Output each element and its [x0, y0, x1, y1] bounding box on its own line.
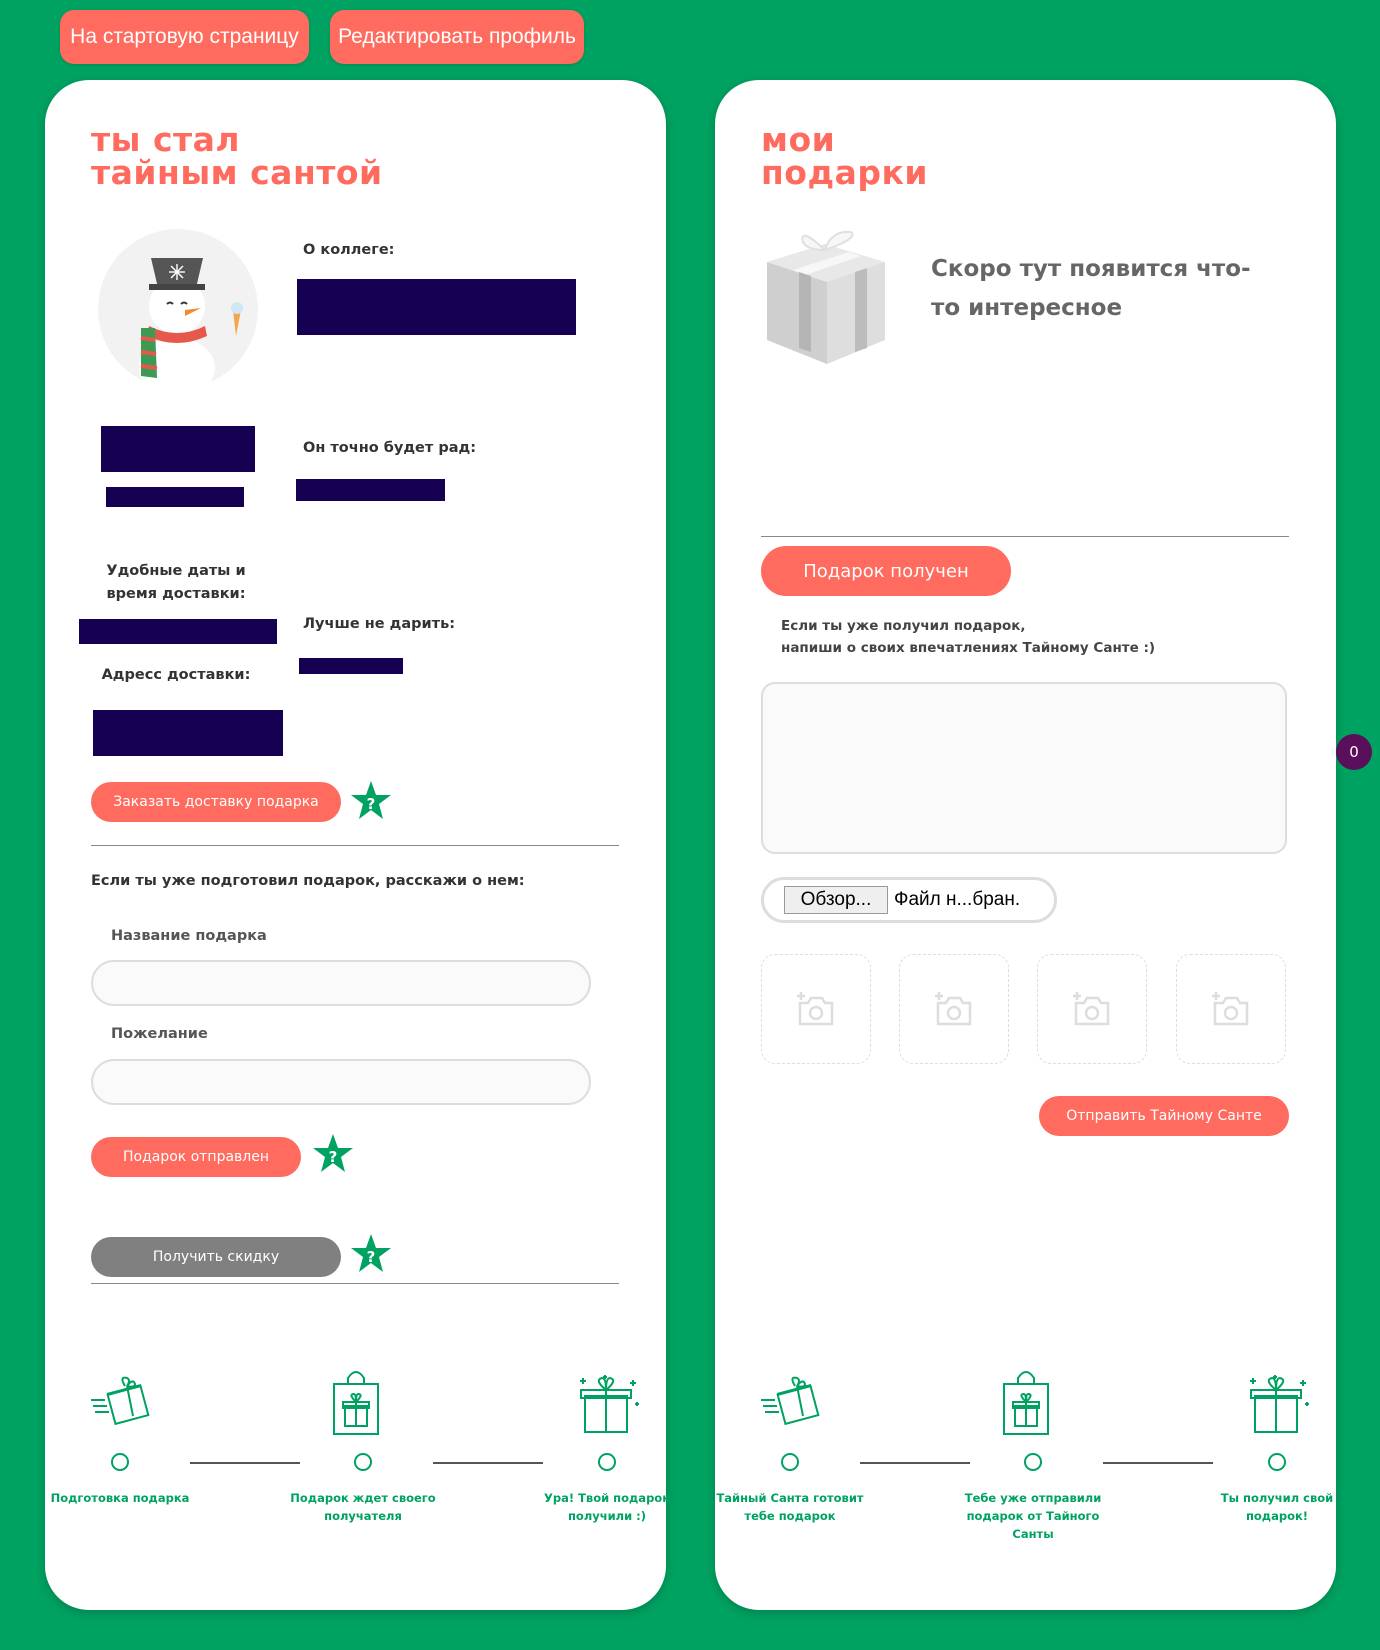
- wish-label: Пожелание: [111, 1026, 208, 1042]
- gift-received-button[interactable]: Подарок получен: [761, 546, 1011, 596]
- feedback-textarea[interactable]: [761, 682, 1287, 854]
- step-indicator: [1268, 1453, 1286, 1471]
- address-label: Адресс доставки:: [101, 667, 251, 683]
- gift-bag-icon: [331, 1370, 381, 1440]
- empty-state-text: Скоро тут появится что-то интересное: [931, 256, 1251, 321]
- feedback-prompt-line2: напиши о своих впечатлениях Тайному Сант…: [781, 640, 1156, 656]
- santa-title: ты стал тайным сантой: [91, 123, 383, 189]
- gift-sparkle-icon: [577, 1374, 641, 1438]
- help-star-icon[interactable]: ?: [350, 780, 392, 822]
- step-label: Подготовка подарка: [50, 1491, 190, 1505]
- step-indicator: [1024, 1453, 1042, 1471]
- gift-name-input[interactable]: [91, 960, 591, 1006]
- redacted-delivery-times: [79, 619, 277, 644]
- my-gifts-card: мои подарки Скоро тут появится что-то ин…: [715, 80, 1336, 1610]
- home-button[interactable]: На стартовую страницу: [60, 10, 309, 64]
- step-connector: [190, 1462, 300, 1464]
- file-input[interactable]: Обзор... Файл н...бран.: [761, 877, 1057, 923]
- photo-upload-slot[interactable]: [899, 954, 1009, 1064]
- redacted-name: [101, 426, 255, 472]
- feedback-prompt: Если ты уже получил подарок, напиши о св…: [781, 615, 1155, 659]
- santa-title-line2: тайным сантой: [91, 153, 383, 192]
- gifts-title-line1: мои: [761, 120, 836, 159]
- gift-name-label: Название подарка: [111, 928, 267, 944]
- browse-button[interactable]: Обзор...: [784, 886, 888, 914]
- divider: [761, 536, 1289, 537]
- step-label: Подарок ждет своего получателя: [290, 1491, 436, 1523]
- gift-sent-button[interactable]: Подарок отправлен: [91, 1137, 301, 1177]
- feedback-prompt-line1: Если ты уже получил подарок,: [781, 618, 1026, 634]
- gift-moving-icon: [89, 1376, 151, 1432]
- redacted-will-be-glad: [296, 479, 445, 501]
- step-indicator: [111, 1453, 129, 1471]
- photo-upload-slot[interactable]: [1176, 954, 1286, 1064]
- divider: [91, 1283, 619, 1284]
- gift-bag-icon: [1001, 1370, 1051, 1440]
- help-star-icon[interactable]: ?: [350, 1233, 392, 1275]
- step-label: Ты получил свой подарок!: [1220, 1491, 1334, 1523]
- send-to-santa-button[interactable]: Отправить Тайному Санте: [1039, 1096, 1289, 1136]
- step-connector: [860, 1462, 970, 1464]
- add-photo-icon: [1073, 992, 1110, 1026]
- step-connector: [433, 1462, 543, 1464]
- help-star-symbol: ?: [329, 1148, 338, 1166]
- better-not-label: Лучше не дарить:: [303, 616, 456, 632]
- wish-input[interactable]: [91, 1059, 591, 1105]
- gift-box-icon: [759, 228, 893, 370]
- step-label: Тебе уже отправили подарок от Тайного Са…: [964, 1491, 1102, 1541]
- will-be-glad-label: Он точно будет рад:: [303, 440, 476, 456]
- help-star-icon[interactable]: ?: [312, 1133, 354, 1175]
- about-colleague-label: О коллеге:: [303, 242, 395, 258]
- order-delivery-button[interactable]: Заказать доставку подарка: [91, 782, 341, 822]
- redacted-about-colleague: [297, 279, 576, 335]
- santa-title-line1: ты стал: [91, 120, 241, 159]
- add-photo-icon: [1212, 992, 1249, 1026]
- photo-upload-slot[interactable]: [761, 954, 871, 1064]
- get-discount-button[interactable]: Получить скидку: [91, 1237, 341, 1277]
- avatar: [97, 228, 259, 398]
- redacted-department: [106, 487, 244, 507]
- notification-badge[interactable]: 0: [1336, 734, 1372, 770]
- step-label: Тайный Санта готовит тебе подарок: [716, 1491, 864, 1523]
- step-connector: [1103, 1462, 1213, 1464]
- gifts-title-line2: подарки: [761, 153, 929, 192]
- add-photo-icon: [797, 992, 834, 1026]
- edit-profile-button[interactable]: Редактировать профиль: [330, 10, 584, 64]
- file-status: Файл н...бран.: [894, 889, 1021, 910]
- delivery-times-label: Удобные даты и время доставки:: [106, 563, 246, 602]
- redacted-address: [93, 710, 283, 756]
- step-indicator: [598, 1453, 616, 1471]
- gift-sparkle-icon: [1247, 1374, 1311, 1438]
- step-indicator: [354, 1453, 372, 1471]
- redacted-better-not: [299, 658, 403, 674]
- add-photo-icon: [935, 992, 972, 1026]
- secret-santa-card: ты стал тайным сантой О коллеге: Он точн…: [45, 80, 670, 1610]
- divider: [91, 845, 619, 846]
- gift-moving-icon: [759, 1376, 821, 1432]
- step-label: Ура! Твой подарок получили :): [543, 1491, 671, 1523]
- prepared-prompt: Если ты уже подготовил подарок, расскажи…: [91, 873, 525, 889]
- gifts-title: мои подарки: [761, 123, 928, 189]
- photo-upload-slot[interactable]: [1037, 954, 1147, 1064]
- step-indicator: [781, 1453, 799, 1471]
- help-star-symbol: ?: [367, 1248, 376, 1266]
- help-star-symbol: ?: [367, 795, 376, 813]
